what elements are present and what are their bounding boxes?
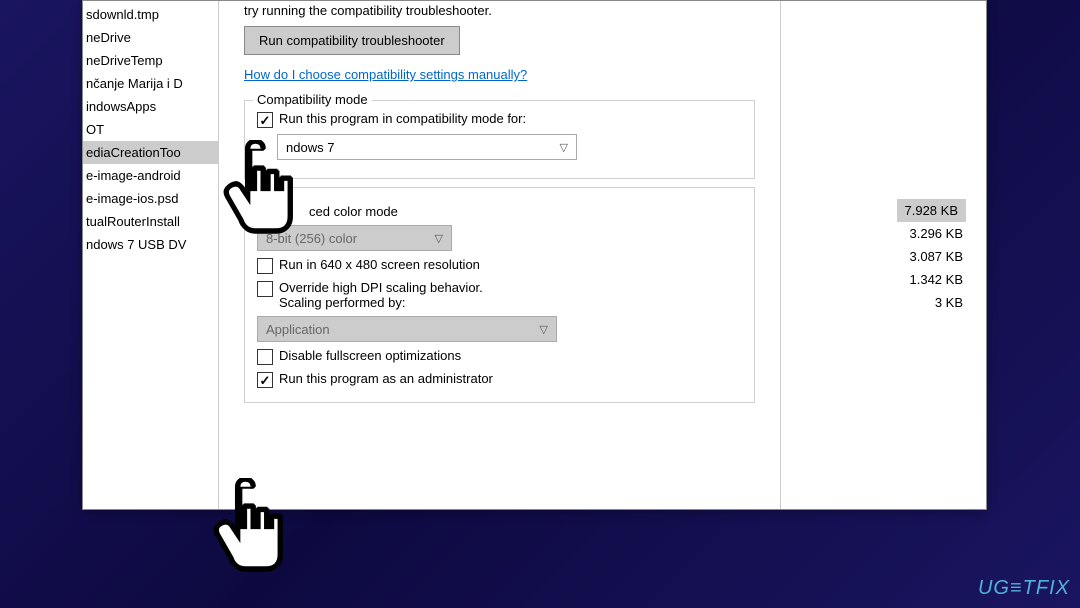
- file-list: sdownld.tmp neDrive neDriveTemp nčanje M…: [83, 1, 218, 256]
- dpi-override-checkbox[interactable]: [257, 281, 273, 297]
- list-item[interactable]: e-image-ios.psd: [83, 187, 218, 210]
- chevron-down-icon: ▽: [560, 141, 568, 154]
- explorer-window: sdownld.tmp neDrive neDriveTemp nčanje M…: [82, 0, 987, 510]
- list-item[interactable]: sdownld.tmp: [83, 3, 218, 26]
- os-version-combo[interactable]: ndows 7 ▽: [277, 134, 577, 160]
- watermark-text: UG≡TFIX: [978, 577, 1070, 600]
- file-size: 3.296 KB: [897, 222, 967, 245]
- reduced-color-label: ced color mode: [309, 204, 398, 219]
- properties-dialog: try running the compatibility troublesho…: [218, 1, 781, 510]
- resolution-label: Run in 640 x 480 screen resolution: [279, 257, 480, 272]
- chevron-down-icon: ▽: [435, 232, 443, 245]
- compat-mode-label: Run this program in compatibility mode f…: [279, 111, 526, 126]
- intro-text: try running the compatibility troublesho…: [244, 3, 755, 18]
- list-item[interactable]: indowsApps: [83, 95, 218, 118]
- list-item[interactable]: e-image-android: [83, 164, 218, 187]
- run-as-admin-checkbox[interactable]: [257, 372, 273, 388]
- list-item[interactable]: tualRouterInstall: [83, 210, 218, 233]
- group-legend: Compatibility mode: [253, 92, 372, 107]
- chevron-down-icon: ▽: [540, 323, 548, 336]
- disable-fullscreen-checkbox[interactable]: [257, 349, 273, 365]
- help-link[interactable]: How do I choose compatibility settings m…: [244, 67, 755, 82]
- file-size: 3.087 KB: [897, 245, 967, 268]
- list-item[interactable]: OT: [83, 118, 218, 141]
- file-size: 3 KB: [897, 291, 967, 314]
- dpi-override-label: Override high DPI scaling behavior. Scal…: [279, 280, 483, 310]
- combo-value: 8-bit (256) color: [266, 231, 357, 246]
- compat-mode-checkbox[interactable]: [257, 112, 273, 128]
- file-size-column: 7.928 KB 3.296 KB 3.087 KB 1.342 KB 3 KB: [897, 199, 967, 314]
- list-item[interactable]: neDriveTemp: [83, 49, 218, 72]
- run-troubleshooter-button[interactable]: Run compatibility troubleshooter: [244, 26, 460, 55]
- scaling-combo: Application ▽: [257, 316, 557, 342]
- resolution-checkbox[interactable]: [257, 258, 273, 274]
- file-size: 1.342 KB: [897, 268, 967, 291]
- file-size: 7.928 KB: [897, 199, 967, 222]
- list-item-selected[interactable]: ediaCreationToo: [83, 141, 218, 164]
- list-item[interactable]: ndows 7 USB DV: [83, 233, 218, 256]
- combo-value: Application: [266, 322, 330, 337]
- disable-fullscreen-label: Disable fullscreen optimizations: [279, 348, 461, 363]
- color-mode-combo: 8-bit (256) color ▽: [257, 225, 452, 251]
- list-item[interactable]: neDrive: [83, 26, 218, 49]
- run-as-admin-label: Run this program as an administrator: [279, 371, 493, 386]
- compatibility-mode-group: Compatibility mode Run this program in c…: [244, 100, 755, 179]
- combo-value: ndows 7: [286, 140, 334, 155]
- list-item[interactable]: nčanje Marija i D: [83, 72, 218, 95]
- settings-group: ced color mode 8-bit (256) color ▽ Run i…: [244, 187, 755, 403]
